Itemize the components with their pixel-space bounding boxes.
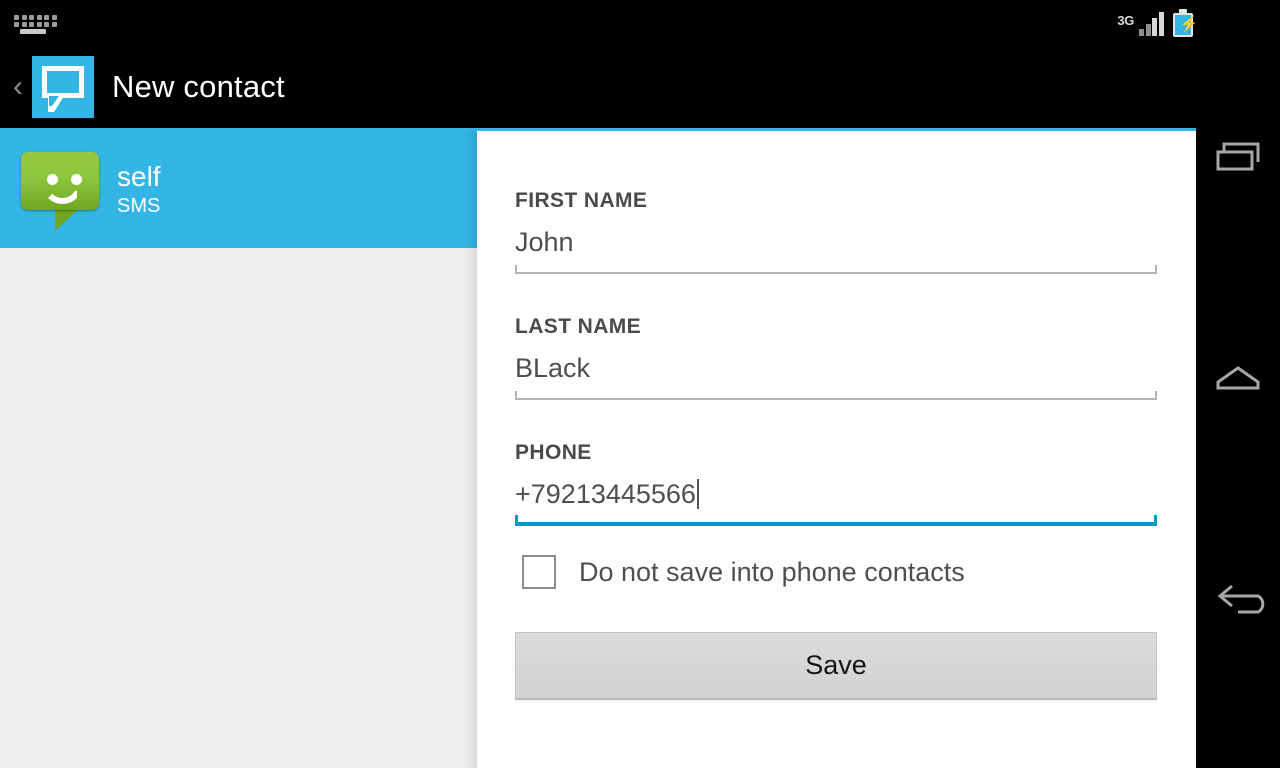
speech-bubble-app-icon[interactable]: [32, 56, 94, 118]
recents-button[interactable]: [1196, 105, 1280, 215]
keyboard-icon: [14, 9, 58, 37]
last-name-field[interactable]: LAST NAME BLack: [515, 315, 1157, 400]
do-not-save-checkbox[interactable]: [522, 555, 556, 589]
do-not-save-checkbox-row[interactable]: Do not save into phone contacts: [522, 555, 965, 589]
phone-underline-focused: [515, 515, 1157, 526]
home-icon: [1216, 366, 1260, 390]
first-name-label: FIRST NAME: [515, 189, 648, 212]
up-chevron-icon[interactable]: ‹: [4, 72, 32, 102]
conversation-list-pane: self SMS: [0, 131, 477, 768]
network-type-label: 3G: [1117, 13, 1135, 28]
phone-input[interactable]: +79213445566: [515, 479, 696, 510]
home-button[interactable]: [1196, 325, 1280, 435]
page-title: New contact: [112, 69, 285, 104]
phone-label: PHONE: [515, 441, 592, 464]
list-item[interactable]: self SMS: [0, 131, 477, 248]
last-name-underline: [515, 391, 1157, 400]
recents-icon: [1216, 142, 1260, 171]
signal-bars-icon: [1139, 10, 1164, 36]
back-icon: [1217, 584, 1265, 614]
status-bar: 3G ⚡ 9:06: [0, 0, 1280, 46]
last-name-label: LAST NAME: [515, 315, 642, 338]
do-not-save-label: Do not save into phone contacts: [579, 556, 965, 587]
navigation-bar: [1196, 0, 1280, 768]
phone-input-row[interactable]: +79213445566: [515, 477, 1157, 511]
first-name-input[interactable]: John: [515, 225, 1157, 259]
battery-charging-icon: ⚡: [1172, 9, 1198, 37]
new-contact-form: FIRST NAME John LAST NAME BLack PHONE +7…: [477, 131, 1196, 768]
first-name-field[interactable]: FIRST NAME John: [515, 189, 1157, 274]
first-name-underline: [515, 265, 1157, 274]
action-bar: ‹ New contact: [0, 46, 1196, 128]
pane-divider-shadow: [462, 131, 478, 768]
phone-field[interactable]: PHONE +79213445566: [515, 441, 1157, 526]
last-name-input[interactable]: BLack: [515, 351, 1157, 385]
android-screen: 3G ⚡ 9:06 ‹ New contact: [0, 0, 1280, 768]
list-item-subtitle: SMS: [117, 195, 161, 217]
save-button[interactable]: Save: [515, 632, 1157, 700]
back-button[interactable]: [1196, 545, 1280, 655]
sms-smiley-icon: [17, 150, 103, 231]
text-cursor: [696, 479, 699, 509]
list-item-title: self: [117, 161, 161, 192]
